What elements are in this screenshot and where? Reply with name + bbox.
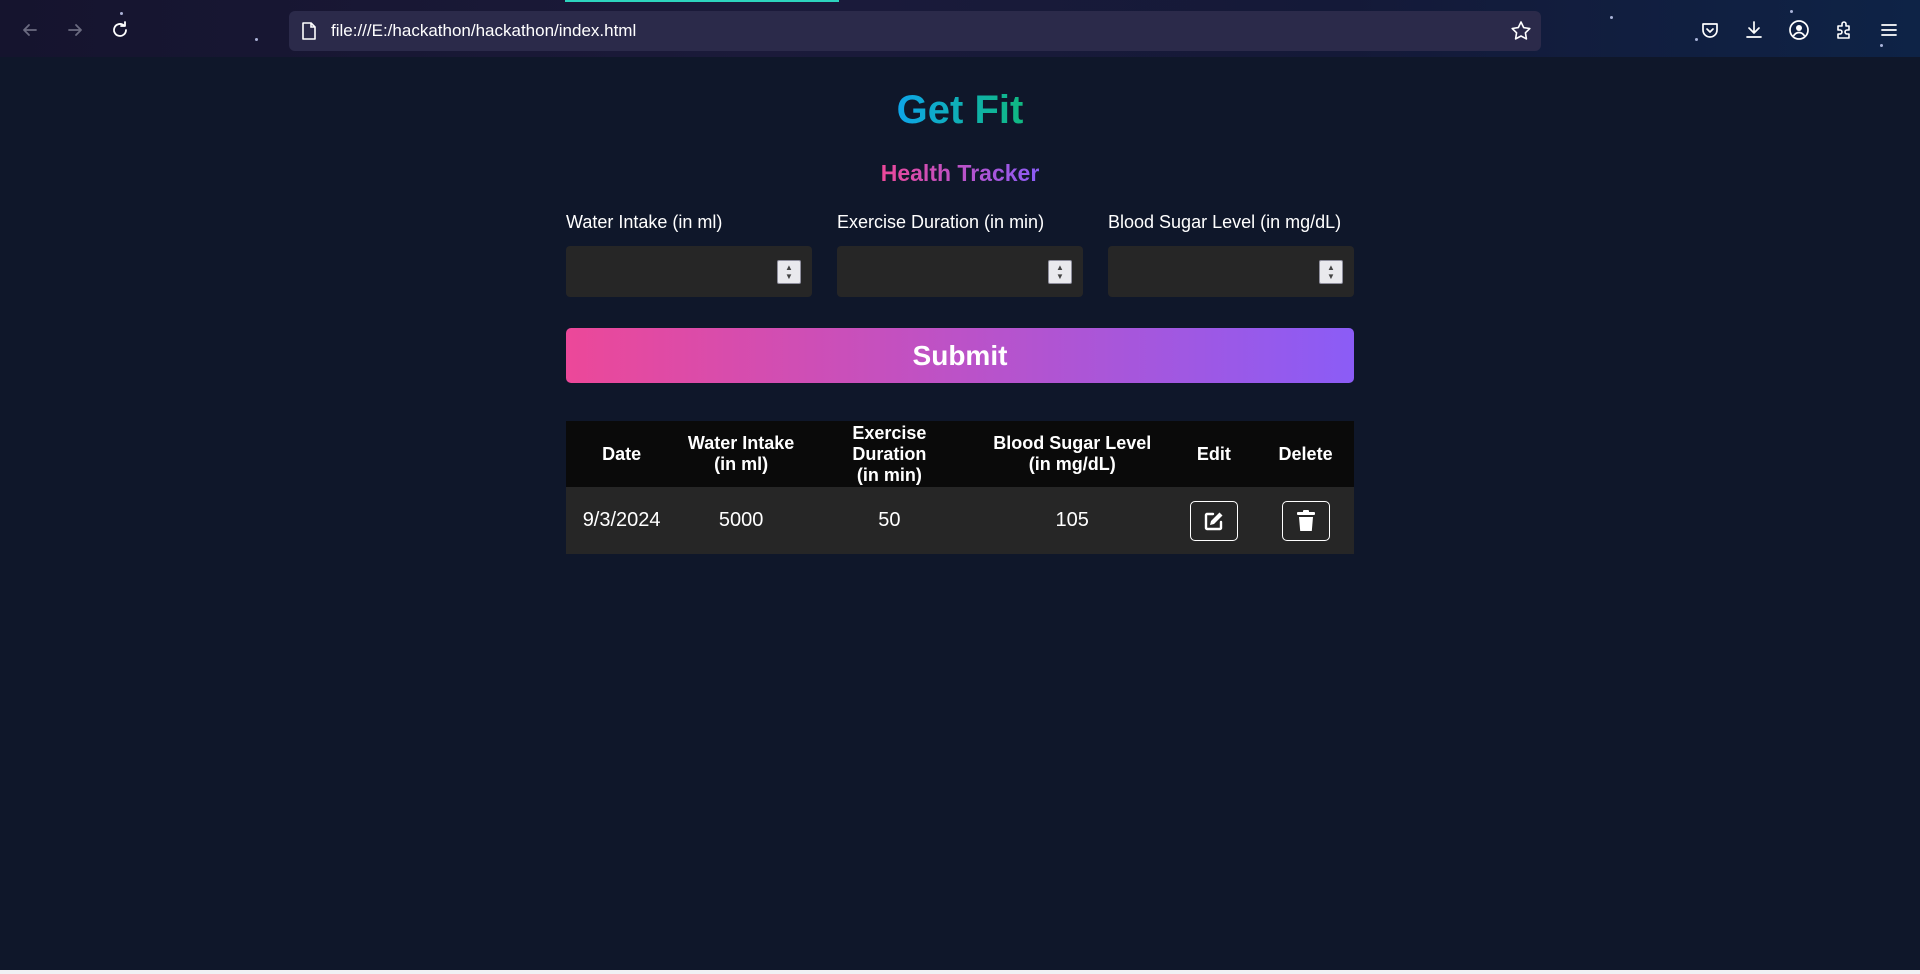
column-header-delete: Delete xyxy=(1257,421,1354,487)
exercise-duration-input[interactable] xyxy=(837,246,1049,297)
active-tab-indicator xyxy=(565,0,839,2)
edit-icon xyxy=(1204,512,1223,530)
account-icon[interactable] xyxy=(1786,17,1812,43)
column-header-exercise-duration: Exercise Duration (in min) xyxy=(804,421,974,487)
spin-down-icon[interactable]: ▼ xyxy=(1056,272,1064,281)
blood-sugar-field: Blood Sugar Level (in mg/dL) ▲ ▼ xyxy=(1108,212,1354,297)
water-intake-input[interactable] xyxy=(566,246,778,297)
exercise-duration-field: Exercise Duration (in min) ▲ ▼ xyxy=(837,212,1083,297)
background-star xyxy=(1610,16,1613,19)
reload-button[interactable] xyxy=(107,17,133,43)
page-icon xyxy=(299,21,319,41)
column-header-water-line-2: (in ml) xyxy=(714,454,769,474)
water-intake-field: Water Intake (in ml) ▲ ▼ xyxy=(566,212,812,297)
column-header-date-line-1: Date xyxy=(602,443,642,464)
cell-exercise-duration: 50 xyxy=(804,487,974,554)
column-header-water-line-1: Water Intake xyxy=(687,433,795,453)
forward-icon xyxy=(68,24,82,36)
page-title: Get Fit xyxy=(0,88,1920,133)
cell-edit xyxy=(1170,487,1258,554)
water-intake-input-box[interactable]: ▲ ▼ xyxy=(566,246,812,297)
exercise-duration-label: Exercise Duration (in min) xyxy=(837,212,1045,232)
download-icon[interactable] xyxy=(1741,17,1767,43)
cell-delete xyxy=(1257,487,1354,554)
spin-up-icon[interactable]: ▲ xyxy=(1327,263,1335,272)
reload-icon xyxy=(113,21,127,37)
page-subtitle: Health Tracker xyxy=(0,160,1920,187)
column-header-edit: Edit xyxy=(1170,421,1258,487)
extensions-icon[interactable] xyxy=(1831,17,1857,43)
column-header-water-intake: Water Intake (in ml) xyxy=(677,421,805,487)
back-button[interactable] xyxy=(17,17,43,43)
column-header-sugar-line-2: (in mg/dL) xyxy=(1028,454,1116,474)
window-bottom-edge xyxy=(0,970,1920,974)
pocket-icon[interactable] xyxy=(1697,17,1723,43)
delete-button[interactable] xyxy=(1281,500,1330,541)
url-bar[interactable]: file:///E:/hackathon/hackathon/index.htm… xyxy=(289,11,1541,51)
submit-button[interactable]: Submit xyxy=(566,328,1354,383)
browser-toolbar: file:///E:/hackathon/hackathon/index.htm… xyxy=(0,0,1920,57)
page-subtitle-text: Health Tracker xyxy=(880,160,1040,186)
back-icon xyxy=(23,24,37,36)
trash-icon xyxy=(1296,509,1315,531)
bookmark-star-icon[interactable] xyxy=(1509,19,1533,43)
column-header-edit-label: Edit xyxy=(1196,443,1231,464)
blood-sugar-label: Blood Sugar Level (in mg/dL) xyxy=(1108,212,1342,232)
cell-water-intake: 5000 xyxy=(677,487,805,554)
page-title-text: Get Fit xyxy=(896,88,1024,132)
spin-up-icon[interactable]: ▲ xyxy=(785,263,793,272)
exercise-duration-input-box[interactable]: ▲ ▼ xyxy=(837,246,1083,297)
cell-blood-sugar: 105 xyxy=(973,487,1171,554)
number-spinner[interactable]: ▲ ▼ xyxy=(777,260,801,284)
spin-down-icon[interactable]: ▼ xyxy=(1327,272,1335,281)
background-star xyxy=(120,12,123,15)
spin-down-icon[interactable]: ▼ xyxy=(785,272,793,281)
url-text[interactable]: file:///E:/hackathon/hackathon/index.htm… xyxy=(331,21,636,41)
table-row: 9/3/2024 5000 50 105 xyxy=(566,487,1354,554)
column-header-exercise-line-2: (in min) xyxy=(856,464,922,485)
column-header-exercise-line-1: Exercise Duration xyxy=(852,422,927,464)
column-header-delete-label: Delete xyxy=(1278,443,1333,464)
background-star xyxy=(1880,44,1883,47)
water-intake-label: Water Intake (in ml) xyxy=(566,212,723,232)
blood-sugar-input-box[interactable]: ▲ ▼ xyxy=(1108,246,1354,297)
number-spinner[interactable]: ▲ ▼ xyxy=(1319,260,1343,284)
menu-icon[interactable] xyxy=(1876,17,1902,43)
forward-button[interactable] xyxy=(62,17,88,43)
column-header-blood-sugar: Blood Sugar Level (in mg/dL) xyxy=(973,421,1171,487)
blood-sugar-input[interactable] xyxy=(1108,246,1320,297)
column-header-sugar-line-1: Blood Sugar Level xyxy=(993,433,1152,453)
number-spinner[interactable]: ▲ ▼ xyxy=(1048,260,1072,284)
column-header-date: Date xyxy=(566,421,678,487)
cell-date: 9/3/2024 xyxy=(566,487,678,554)
background-star xyxy=(255,38,258,41)
background-star xyxy=(1790,10,1793,13)
spin-up-icon[interactable]: ▲ xyxy=(1056,263,1064,272)
records-table: Date Water Intake (in ml) Exercise Durati… xyxy=(566,421,1354,554)
edit-button[interactable] xyxy=(1189,500,1238,541)
table-header-row: Date Water Intake (in ml) Exercise Durati… xyxy=(566,421,1354,487)
